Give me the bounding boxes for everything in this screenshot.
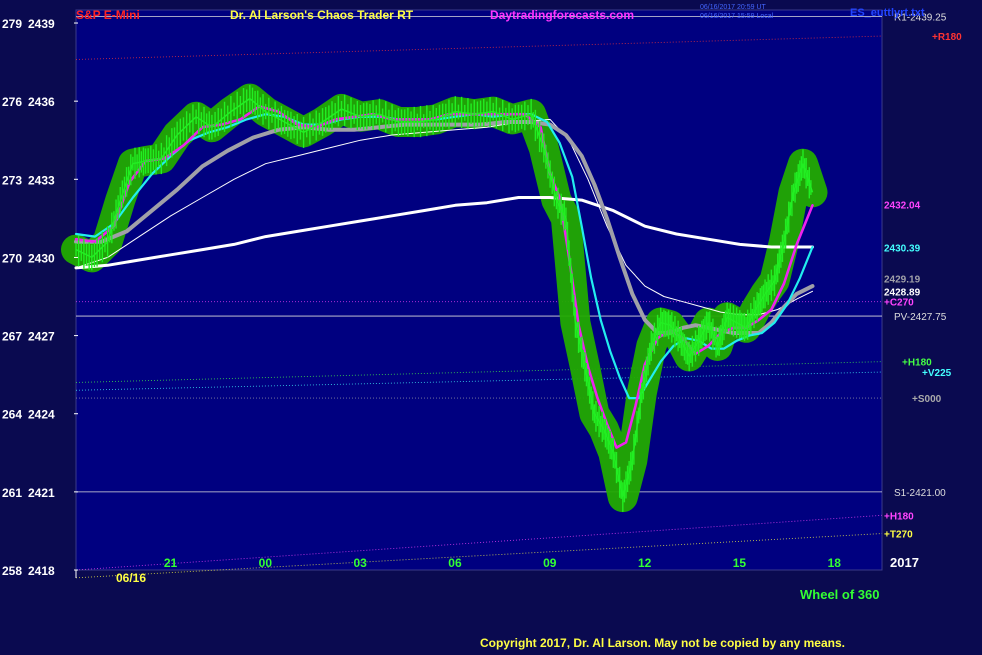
y-tick-left: 270 bbox=[2, 251, 22, 265]
y-tick-value: 2436 bbox=[28, 95, 55, 109]
y-tick-value: 2421 bbox=[28, 486, 55, 500]
y-tick-left: 258 bbox=[2, 564, 22, 578]
y-tick-left: 279 bbox=[2, 17, 22, 31]
app-title: Dr. Al Larson's Chaos Trader RT bbox=[230, 8, 414, 22]
pivot-level-label: S1-2421.00 bbox=[894, 488, 946, 499]
y-tick-value: 2430 bbox=[28, 251, 55, 265]
price-label: 2430.39 bbox=[884, 243, 921, 254]
chart-window: R1-2439.25 PV-2427.75 S1-2421.00 +R180 +C27… bbox=[0, 0, 982, 650]
copyright: Copyright 2017, Dr. Al Larson. May not b… bbox=[480, 636, 845, 650]
y-tick-value: 2418 bbox=[28, 564, 55, 578]
wheel-label: Wheel of 360 bbox=[800, 587, 879, 602]
y-tick-value: 2424 bbox=[28, 408, 55, 422]
planet-line-label: +V225 bbox=[922, 368, 952, 379]
x-tick-label: 06 bbox=[448, 556, 462, 570]
planet-line-label: +R180 bbox=[932, 32, 962, 43]
y-tick-left: 264 bbox=[2, 408, 22, 422]
planet-line-label: +T270 bbox=[884, 530, 913, 541]
y-tick-value: 2433 bbox=[28, 173, 55, 187]
price-label: 2432.04 bbox=[884, 200, 921, 211]
date-label: 06/16 bbox=[116, 571, 146, 585]
x-tick-label: 00 bbox=[259, 556, 273, 570]
x-tick-label: 18 bbox=[828, 556, 842, 570]
y-tick-left: 261 bbox=[2, 486, 22, 500]
y-tick-left: 273 bbox=[2, 173, 22, 187]
planet-line-label: +H180 bbox=[902, 358, 932, 369]
y-tick-left: 267 bbox=[2, 330, 22, 344]
x-tick-label: 12 bbox=[638, 556, 652, 570]
site-link[interactable]: Daytradingforecasts.com bbox=[490, 8, 634, 22]
y-tick-left: 276 bbox=[2, 95, 22, 109]
chart-canvas: R1-2439.25PV-2427.75S1-2421.00 +R180+C27… bbox=[0, 0, 982, 650]
symbol-title: S&P E-Mini bbox=[76, 8, 140, 22]
x-tick-label: 21 bbox=[164, 556, 178, 570]
x-tick-label: 09 bbox=[543, 556, 557, 570]
timestamp-ut: 06/16/2017 20:59 UT bbox=[700, 4, 766, 11]
planet-line-label: +S000 bbox=[912, 394, 942, 405]
y-tick-value: 2427 bbox=[28, 330, 55, 344]
timestamp-local: 06/16/2017 15:59 Local bbox=[700, 13, 774, 20]
x-tick-label: 03 bbox=[353, 556, 367, 570]
planet-line-label: +C270 bbox=[884, 298, 914, 309]
y-tick-value: 2439 bbox=[28, 17, 55, 31]
pivot-level-label: PV-2427.75 bbox=[894, 312, 947, 323]
year-label: 2017 bbox=[890, 555, 919, 570]
price-label: 2428.89 bbox=[884, 287, 921, 298]
planet-line-label: +H180 bbox=[884, 511, 914, 522]
price-label: 2429.19 bbox=[884, 275, 921, 286]
x-tick-label: 15 bbox=[733, 556, 747, 570]
symbol-file: ES_euttlyrt.txt bbox=[850, 7, 925, 19]
